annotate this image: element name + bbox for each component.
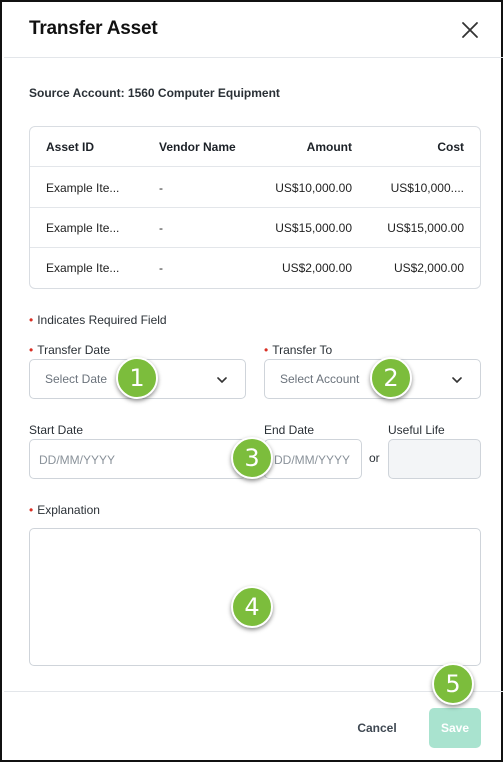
end-date-placeholder: DD/MM/YYYY [274, 453, 351, 467]
cell-cost: US$15,000.00 [387, 221, 464, 235]
required-marker: • [264, 343, 269, 357]
transfer-date-label: • Transfer Date [29, 343, 110, 357]
cell-cost: US$10,000.... [390, 181, 464, 195]
or-separator: or [369, 451, 380, 465]
column-header-asset-id: Asset ID [46, 140, 95, 154]
column-header-amount: Amount [306, 140, 352, 154]
start-date-field[interactable]: DD/MM/YYYY [29, 439, 246, 479]
cell-cost: US$2,000.00 [393, 261, 464, 275]
cell-vendor-name: - [159, 221, 163, 235]
cell-vendor-name: - [159, 181, 163, 195]
transfer-to-label: • Transfer To [264, 343, 332, 357]
explanation-label-text: Explanation [37, 503, 100, 517]
source-account: Source Account: 1560 Computer Equipment [29, 86, 280, 100]
cell-amount: US$2,000.00 [281, 261, 352, 275]
required-marker: • [29, 503, 34, 517]
useful-life-field[interactable] [388, 439, 481, 479]
required-marker: • [29, 313, 34, 327]
close-icon-graphic [462, 22, 478, 38]
table-row: Example Ite... - US$2,000.00 US$2,000.00 [30, 248, 480, 288]
transfer-asset-dialog: Transfer Asset Source Account: 1560 Comp… [0, 0, 503, 762]
column-header-vendor-name: Vendor Name [159, 140, 236, 154]
cell-amount: US$15,000.00 [275, 221, 352, 235]
transfer-date-label-text: Transfer Date [37, 343, 111, 357]
chevron-down-icon [217, 377, 227, 383]
required-field-note: • Indicates Required Field [29, 313, 167, 327]
close-icon[interactable] [458, 18, 482, 42]
transfer-to-label-text: Transfer To [272, 343, 333, 357]
table-header-row: Asset ID Vendor Name Amount Cost [30, 127, 480, 167]
start-date-placeholder: DD/MM/YYYY [39, 453, 116, 467]
end-date-label: End Date [264, 423, 315, 437]
cell-amount: US$10,000.00 [275, 181, 352, 195]
chevron-down-icon [452, 377, 462, 383]
callout-badge-3: 3 [231, 437, 273, 479]
cell-asset-id: Example Ite... [46, 261, 120, 275]
callout-badge-1: 1 [116, 357, 158, 399]
end-date-field[interactable]: DD/MM/YYYY [264, 439, 362, 479]
cell-asset-id: Example Ite... [46, 181, 120, 195]
dialog-title: Transfer Asset [29, 18, 158, 39]
start-date-label: Start Date [29, 423, 84, 437]
save-button[interactable]: Save [429, 708, 481, 748]
useful-life-label: Useful Life [388, 423, 445, 437]
table-row: Example Ite... - US$10,000.00 US$10,000.… [30, 168, 480, 208]
dialog-header: Transfer Asset [4, 4, 503, 58]
cell-asset-id: Example Ite... [46, 221, 120, 235]
callout-badge-4: 4 [231, 586, 273, 628]
explanation-label: • Explanation [29, 503, 100, 517]
transfer-to-placeholder: Select Account [280, 372, 360, 386]
transfer-date-placeholder: Select Date [45, 372, 108, 386]
required-note-text: Indicates Required Field [37, 313, 167, 327]
callout-badge-5: 5 [432, 663, 474, 705]
callout-badge-2: 2 [370, 357, 412, 399]
table-row: Example Ite... - US$15,000.00 US$15,000.… [30, 208, 480, 248]
cell-vendor-name: - [159, 261, 163, 275]
required-marker: • [29, 343, 34, 357]
cancel-button[interactable]: Cancel [347, 710, 407, 746]
column-header-cost: Cost [437, 140, 464, 154]
assets-table: Asset ID Vendor Name Amount Cost Example… [29, 126, 481, 289]
